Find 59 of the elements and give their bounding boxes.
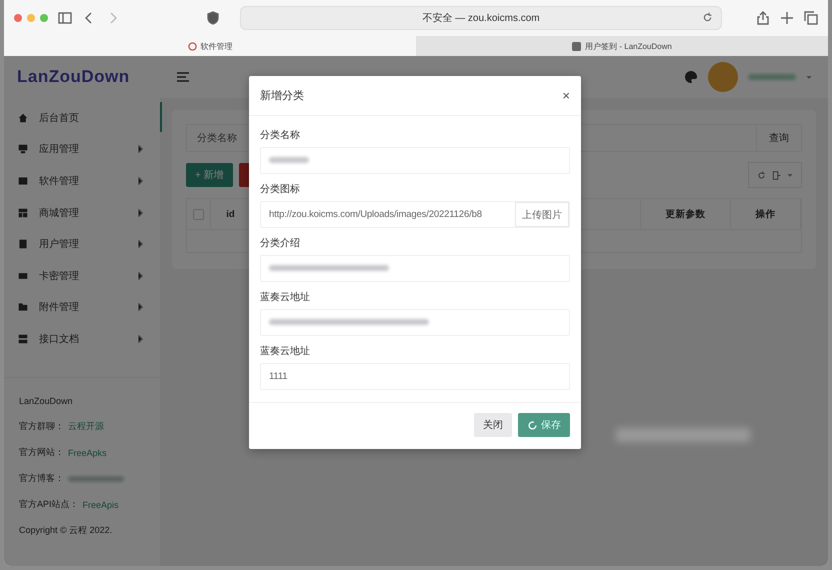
field-label: 分类名称 [260,128,301,143]
input-field[interactable] [260,309,570,336]
footer-link[interactable]: 云程开源 [68,420,104,434]
column-header: 操作 [731,199,801,229]
footer-link[interactable]: FreeApks [68,448,107,458]
footer-text: 官方群聊： [19,420,64,434]
column-header: 更新参数 [641,199,731,229]
footer-link[interactable]: FreeApis [82,500,119,510]
field-label: 分类介绍 [260,236,301,251]
sidebar-item[interactable]: 接口文档 [4,323,160,355]
reload-icon[interactable] [702,12,713,23]
footer-text: 官方博客： [19,472,64,486]
tabs-overview-icon[interactable] [804,11,818,25]
browser-tab[interactable]: 用户签到 - LanZouDown [416,36,828,56]
sidebar-item[interactable]: 软件管理 [4,165,160,197]
field-label: 蓝奏云地址 [260,290,311,305]
footer-text: Copyright © 云程 2022. [19,524,112,538]
sidebar-item[interactable]: 商城管理 [4,196,160,228]
table-toolbar[interactable] [748,162,802,188]
loading-spinner-icon [527,420,538,430]
input-field[interactable]: http://zou.koicms.com/Uploads/images/20221126/b8 上传图片 [260,201,570,228]
field-label: 分类图标 [260,182,301,197]
footer-text: 官方网站： [19,446,64,460]
close-window-button[interactable] [14,14,22,22]
logo: LanZouDown [16,66,131,88]
add-button[interactable]: + 新增 [186,163,233,187]
favicon-icon [572,42,582,50]
minimize-window-button[interactable] [27,14,35,22]
sidebar-item[interactable]: 应用管理 [4,134,160,166]
footer-text: LanZouDown [19,396,73,406]
palette-icon[interactable] [684,70,698,84]
search-label: 分类名称 [197,133,237,144]
export-icon[interactable] [772,170,781,180]
input-field[interactable] [260,255,570,282]
input-field[interactable]: 1111 [260,363,570,390]
browser-tab[interactable]: 软件管理 [4,36,416,56]
refresh-icon[interactable] [757,170,766,180]
favicon-icon [188,42,196,50]
close-button[interactable]: × [562,88,570,103]
avatar[interactable] [708,62,738,92]
field-label: 蓝奏云地址 [260,344,311,359]
input-field[interactable] [260,147,570,174]
sidebar-item[interactable]: 附件管理 [4,292,160,324]
sidebar-item[interactable]: 卡密管理 [4,260,160,292]
shield-icon [206,11,220,25]
new-tab-icon[interactable] [780,11,794,25]
maximize-window-button[interactable] [40,14,48,22]
dialog-title: 新增分类 [260,88,305,103]
share-icon[interactable] [756,11,770,25]
redacted-username [748,74,796,80]
sidebar-item[interactable]: 后台首页 [4,102,160,134]
sidebar-toggle-icon[interactable] [58,11,72,25]
dialog-button[interactable]: 关闭 [474,413,512,437]
footer-text: 官方API站点： [19,498,79,512]
address-bar[interactable]: 不安全 — zou.koicms.com [240,6,722,30]
dialog-button[interactable]: 保存 [518,413,570,437]
upload-button[interactable]: 上传图片 [515,202,569,227]
sidebar-item[interactable]: 用户管理 [4,228,160,260]
checkbox[interactable] [193,208,204,220]
